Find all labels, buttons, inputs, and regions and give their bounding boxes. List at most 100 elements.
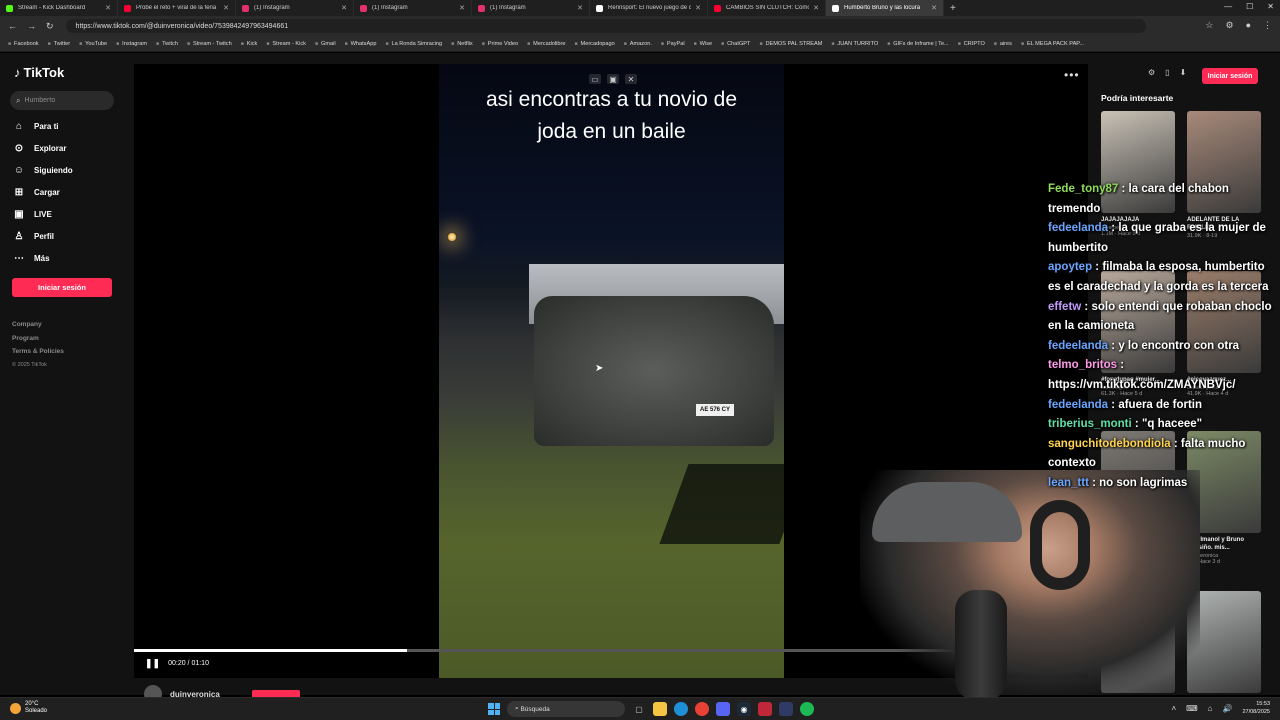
screen-icon[interactable]: ▣ xyxy=(607,74,619,84)
video-caption: asi encontras a tu novio de joda en un b… xyxy=(439,84,784,148)
nav-item-explorar[interactable]: ⊙ Explorar xyxy=(13,143,67,154)
tab-close-icon[interactable]: ✕ xyxy=(105,4,111,12)
bookmark-item[interactable]: JUAN TURRITO xyxy=(831,41,878,47)
mute-icon[interactable]: ✕ xyxy=(625,74,637,84)
bookmark-item[interactable]: WhatsApp xyxy=(345,41,377,47)
minimize-icon[interactable]: — xyxy=(1224,2,1232,11)
chat-username: telmo_britos xyxy=(1048,359,1118,372)
terms-link[interactable]: Terms & Policies xyxy=(12,345,64,359)
forward-icon[interactable]: → xyxy=(27,21,36,32)
menu-icon[interactable]: ⋮ xyxy=(1263,20,1272,31)
program-link[interactable]: Program xyxy=(12,332,64,346)
discord-icon[interactable] xyxy=(716,702,730,716)
chevron-up-icon[interactable]: ˄ xyxy=(1171,704,1176,713)
bookmark-item[interactable]: Kick xyxy=(241,41,258,47)
nav-item-cargar[interactable]: ⊞ Cargar xyxy=(13,187,60,198)
tab-close-icon[interactable]: ✕ xyxy=(459,4,465,12)
steam-icon[interactable]: ◉ xyxy=(737,702,751,716)
url-field[interactable]: https://www.tiktok.com/@duinveronica/vid… xyxy=(65,19,1146,33)
nav-item-siguiendo[interactable]: ☺ Siguiendo xyxy=(13,165,73,176)
bookmark-item[interactable]: Gmail xyxy=(315,41,336,47)
bookmark-item[interactable]: EL MEGA PACK PAP... xyxy=(1021,41,1084,47)
network-icon[interactable]: ⌂ xyxy=(1208,704,1213,713)
device-icon[interactable]: ▯ xyxy=(1165,68,1169,77)
volume-icon[interactable]: 🔊 xyxy=(1223,704,1233,713)
bookmark-item[interactable]: Amazon. xyxy=(624,41,652,47)
bookmark-item[interactable]: YouTube xyxy=(79,41,107,47)
close-window-icon[interactable]: ✕ xyxy=(1267,2,1274,11)
obs-icon[interactable] xyxy=(758,702,772,716)
extensions-icon[interactable]: ⚙ xyxy=(1225,20,1233,31)
nav-item-perfil[interactable]: ♙ Perfil xyxy=(13,231,55,242)
pip-icon[interactable]: ▭ xyxy=(589,74,601,84)
bookmark-item[interactable]: La Ronda Simracing xyxy=(385,41,442,47)
bookmark-item[interactable]: Prime Video xyxy=(482,41,518,47)
tab-close-icon[interactable]: ✕ xyxy=(931,4,937,12)
bookmark-item[interactable]: Netflix xyxy=(451,41,473,47)
tab-favicon-icon xyxy=(832,4,839,12)
bookmark-item[interactable]: Mercadopago xyxy=(575,41,615,47)
weather-widget[interactable]: 20°C Soleado xyxy=(10,701,47,715)
bookmark-item[interactable]: Stream - Twitch xyxy=(187,41,232,47)
video-frame[interactable]: AE 576 CY ▭ ▣ ✕ asi encontras a tu novio… xyxy=(439,64,784,678)
tiktok-logo[interactable]: ♪ TikTok xyxy=(14,65,64,80)
chrome-icon[interactable] xyxy=(695,702,709,716)
tab-close-icon[interactable]: ✕ xyxy=(813,4,819,12)
browser-tab[interactable]: Humberto Bruno y las locura ✕ xyxy=(826,0,944,16)
bookmark-item[interactable]: aires xyxy=(994,41,1012,47)
browser-tab[interactable]: (1) Instagram ✕ xyxy=(236,0,354,16)
tab-close-icon[interactable]: ✕ xyxy=(695,4,701,12)
bookmark-item[interactable]: Stream - Kick xyxy=(266,41,306,47)
bookmark-item[interactable]: PayPal xyxy=(661,41,685,47)
task-view-icon[interactable]: ▢ xyxy=(632,702,646,716)
bookmark-item[interactable]: CRIPTO xyxy=(958,41,985,47)
bookmark-item[interactable]: DEMOS PAL STREAM xyxy=(759,41,823,47)
browser-tab[interactable]: Stream - Kick Dashboard ✕ xyxy=(0,0,118,16)
bookmark-item[interactable]: Twitter xyxy=(48,41,70,47)
browser-tab[interactable]: Rennsport: El nuevo juego de ca ✕ xyxy=(590,0,708,16)
bookmark-item[interactable]: Instagram xyxy=(116,41,147,47)
bookmark-item[interactable]: Facebook xyxy=(8,41,39,47)
tab-close-icon[interactable]: ✕ xyxy=(577,4,583,12)
chat-separator: : xyxy=(1131,418,1142,431)
file-explorer-icon[interactable] xyxy=(653,702,667,716)
browser-tab[interactable]: (1) Instagram ✕ xyxy=(472,0,590,16)
company-link[interactable]: Company xyxy=(12,318,64,332)
nav-item-live[interactable]: ▣ LIVE xyxy=(13,209,52,220)
edge-icon[interactable] xyxy=(674,702,688,716)
bookmark-item[interactable]: GIFs de Inframe | Te... xyxy=(887,41,948,47)
search-input[interactable]: ⌕ Humberto xyxy=(10,91,114,110)
app-icon[interactable] xyxy=(779,702,793,716)
maximize-icon[interactable]: ☐ xyxy=(1246,2,1253,11)
download-icon[interactable]: ⬇ xyxy=(1180,68,1187,77)
system-tray: ˄ ⌨ ⌂ 🔊 15:53 27/08/2025 xyxy=(1171,701,1270,716)
bookmark-star-icon[interactable]: ☆ xyxy=(1205,20,1213,31)
nav-item-más[interactable]: ⋯ Más xyxy=(13,253,50,264)
pause-icon[interactable]: ❚❚ xyxy=(145,658,160,669)
chat-message: fedeelanda : afuera de fortin xyxy=(1048,396,1280,416)
keyboard-icon[interactable]: ⌨ xyxy=(1186,704,1198,713)
spotify-icon[interactable] xyxy=(800,702,814,716)
bookmark-item[interactable]: Mercadolibre xyxy=(527,41,565,47)
chat-message: apoytep : filmaba la esposa, humbertito … xyxy=(1048,258,1280,297)
windows-start-icon[interactable] xyxy=(488,703,500,715)
tab-close-icon[interactable]: ✕ xyxy=(223,4,229,12)
new-tab-button[interactable]: + xyxy=(950,3,956,14)
bookmark-item[interactable]: Twitch xyxy=(156,41,178,47)
settings-icon[interactable]: ⚙ xyxy=(1148,68,1155,77)
back-icon[interactable]: ← xyxy=(8,21,17,32)
login-button[interactable]: Iniciar sesión xyxy=(12,278,112,297)
nav-item-para-ti[interactable]: ⌂ Para ti xyxy=(13,121,59,132)
clock[interactable]: 15:53 27/08/2025 xyxy=(1242,701,1270,716)
bookmark-item[interactable]: ChatGPT xyxy=(721,41,750,47)
bookmark-item[interactable]: Wise xyxy=(694,41,712,47)
browser-tab[interactable]: (1) Instagram ✕ xyxy=(354,0,472,16)
tab-close-icon[interactable]: ✕ xyxy=(341,4,347,12)
reload-icon[interactable]: ↻ xyxy=(46,21,54,32)
browser-tab[interactable]: Probé el reto + viral de la feria ✕ xyxy=(118,0,236,16)
more-options-icon[interactable]: ••• xyxy=(1064,68,1080,82)
profile-avatar-icon[interactable]: ● xyxy=(1246,20,1251,31)
browser-tab[interactable]: CAMBIOS SIN CLUTCH: Cómo an✕ xyxy=(708,0,826,16)
taskbar-search[interactable]: ⌕ Búsqueda xyxy=(507,701,625,717)
right-login-button[interactable]: Iniciar sesión xyxy=(1202,68,1258,84)
